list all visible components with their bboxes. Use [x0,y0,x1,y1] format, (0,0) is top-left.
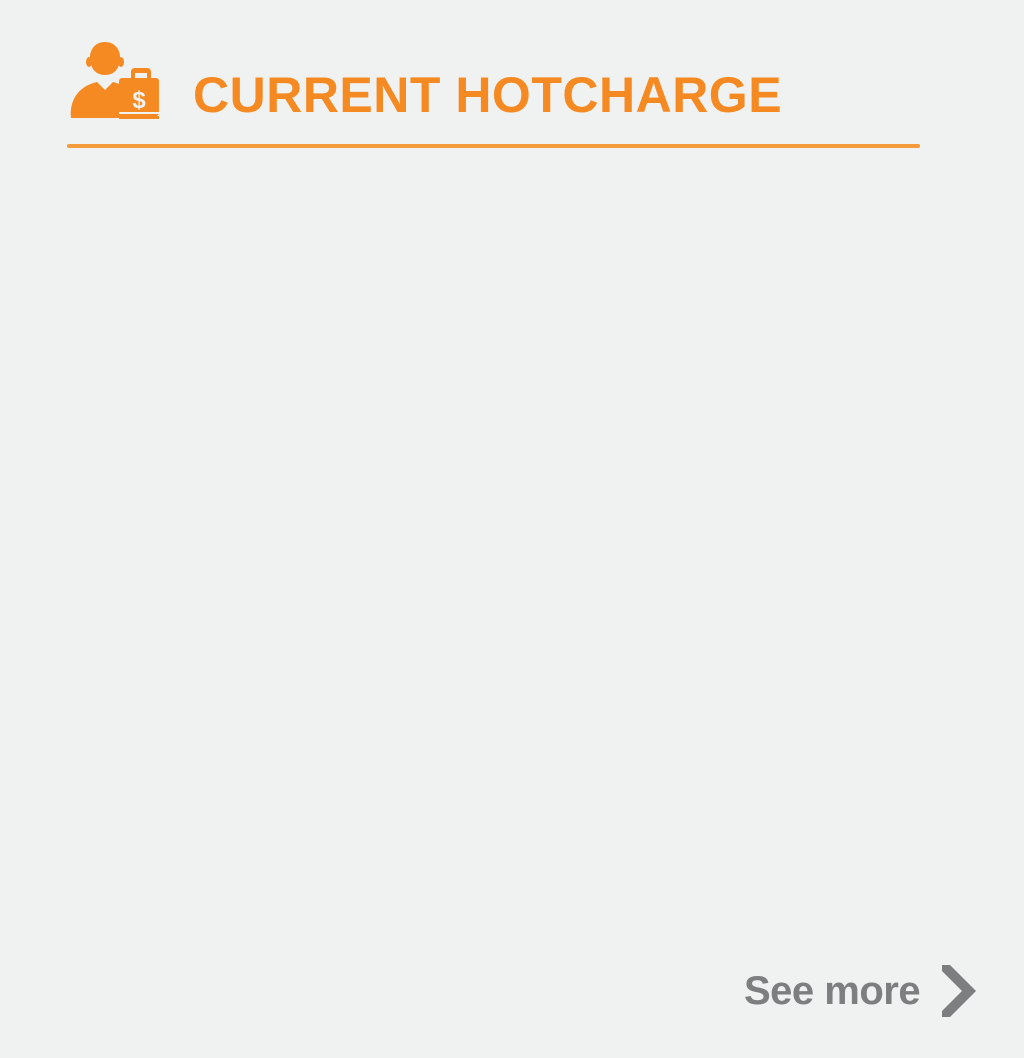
see-more-label: See more [744,969,921,1013]
chevron-right-icon [942,965,977,1017]
hotcharge-content-area [67,160,920,940]
svg-text:$: $ [132,87,146,114]
user-with-money-briefcase-icon: $ [70,42,159,119]
widget-header: $ CURRENT HOTCHARGE [67,38,920,150]
page-title: CURRENT HOTCHARGE [193,67,783,123]
see-more-link[interactable]: See more [744,958,978,1024]
header-divider [67,144,920,148]
hotcharge-widget: $ CURRENT HOTCHARGE See more [0,0,1024,1058]
